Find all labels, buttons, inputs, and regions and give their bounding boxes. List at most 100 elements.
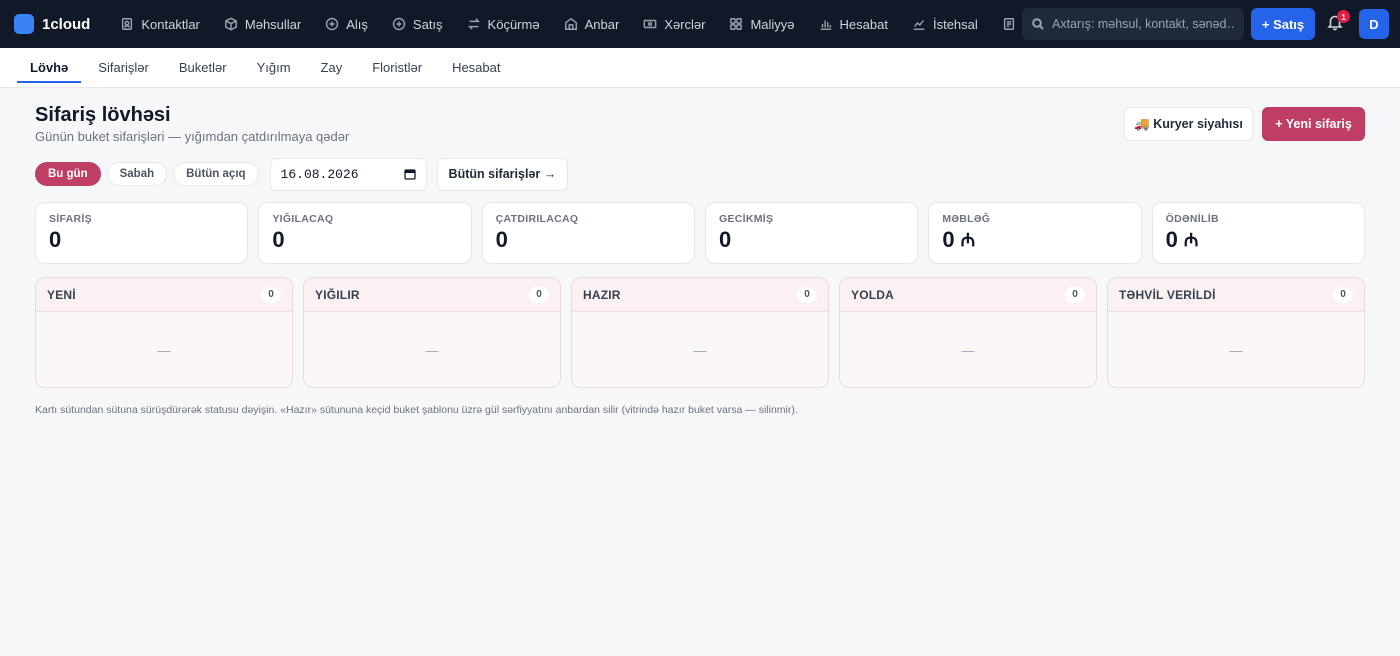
kanban-column-assembling[interactable]: YIĞILIR 0 — [303,277,561,388]
column-title: HAZIR [583,287,621,302]
tab-lovhe[interactable]: Lövhə [17,48,82,87]
nav-item-label: Hesabat [839,16,888,32]
column-title: YIĞILIR [315,287,360,302]
calendar-icon[interactable] [403,168,416,180]
stat-card-paid: ÖDƏNİLİB 0 ₼ [1151,202,1365,264]
tab-yigim[interactable]: Yığım [244,48,304,87]
column-header: YENİ 0 [36,278,292,312]
box-icon [224,17,237,31]
column-title: YENİ [47,287,76,302]
nav-item-mehsullar[interactable]: Məhsullar [212,0,313,48]
nav-item-maliyye[interactable]: Maliyyə [717,0,806,48]
stat-card-to-assemble: YIĞILACAQ 0 [258,202,472,264]
stat-label: ÇATDIRILACAQ [495,213,579,225]
money-icon [643,19,657,29]
bar-chart-icon [820,20,831,30]
column-count-badge: 0 [261,286,281,303]
notifications-button[interactable]: 1 [1326,10,1350,35]
stat-label: ÖDƏNİLİB [1165,213,1219,225]
kanban-column-new[interactable]: YENİ 0 — [35,277,293,388]
column-empty: — [693,342,707,358]
brand[interactable]: 1cloud [14,14,90,34]
grid-icon [730,18,743,30]
column-header: YIĞILIR 0 [304,278,560,312]
column-empty: — [425,342,439,358]
column-empty: — [157,342,171,358]
tab-hesabat[interactable]: Hesabat [439,48,513,87]
top-navbar: 1cloud Kontaktlar Məhsullar Alış Satış K… [0,0,1400,48]
main-content: Sifariş lövhəsi Günün buket sifarişləri … [0,88,1400,416]
kanban-column-delivered[interactable]: TƏHVİL VERİLDİ 0 — [1107,277,1365,388]
manat-currency-icon: ₼ [1183,230,1199,250]
tab-zay[interactable]: Zay [308,48,356,87]
date-field[interactable]: 16.08.2026 [269,157,427,191]
date-value: 16.08.2026 [280,166,359,182]
stat-value: 0 [49,227,62,252]
kanban-column-ready[interactable]: HAZIR 0 — [571,277,829,388]
page-subtitle: Günün buket sifarişləri — yığımdan çatdı… [35,129,350,144]
manat-currency-icon: ₼ [960,230,976,250]
all-orders-button[interactable]: Bütün sifarişlər → [436,157,569,191]
new-order-button[interactable]: + Yeni sifariş [1262,107,1365,141]
column-count-badge: 0 [529,286,549,303]
sub-tabs: Lövhə Sifarişlər Buketlər Yığım Zay Flor… [0,48,1400,88]
nav-item-satis[interactable]: Satış [380,0,455,48]
stat-value: 0 ₼ [942,227,976,252]
global-search[interactable] [1022,8,1244,40]
column-count-badge: 0 [1333,286,1353,303]
column-header: YOLDA 0 [840,278,1096,312]
filter-bar: Bu gün Sabah Bütün açıq 16.08.2026 Bütün… [35,157,1365,191]
contacts-icon [122,18,133,30]
nav-item-label: Xərclər [664,16,706,32]
stat-card-amount: MƏBLƏĞ 0 ₼ [928,202,1142,264]
stat-card-overdue: GECİKMİŞ 0 [704,202,919,264]
page-header: Sifariş lövhəsi Günün buket sifarişləri … [35,88,1365,156]
filter-today[interactable]: Bu gün [35,162,101,186]
page-title: Sifariş lövhəsi [35,104,171,126]
stat-card-orders: SİFARİŞ 0 [35,202,249,264]
column-title: YOLDA [851,287,894,302]
column-header: HAZIR 0 [572,278,828,312]
stat-label: MƏBLƏĞ [942,213,991,225]
stat-value: 0 [272,227,285,252]
column-title: TƏHVİL VERİLDİ [1119,287,1216,302]
user-avatar[interactable]: D [1359,9,1389,39]
stat-value: 0 [495,227,508,252]
stat-value: 0 [718,227,732,252]
nav-item-label: Satış [412,16,443,32]
stat-label: GECİKMİŞ [718,213,774,225]
courier-list-button[interactable]: 🚚 Kuryer siyahısı [1124,107,1253,141]
stat-value: 0 ₼ [1165,227,1199,252]
search-input[interactable] [1052,17,1234,31]
new-sale-button[interactable]: + Satış [1251,8,1315,40]
nav-item-kocurme[interactable]: Köçürmə [455,0,552,48]
stat-card-to-deliver: ÇATDIRILACAQ 0 [481,202,695,264]
drag-hint-text: Kartı sütundan sütuna sürüşdürərək statu… [35,404,798,416]
column-empty: — [1229,342,1243,358]
nav-item-xercler[interactable]: Xərclər [631,0,717,48]
column-count-badge: 0 [1065,286,1085,303]
plus-circle-icon [392,17,406,31]
nav-item-label: Alış [346,16,368,32]
nav-item-label: Köçürmə [487,16,540,32]
kanban-board: YENİ 0 — YIĞILIR 0 — HAZIR 0 — YOLDA 0 — [35,277,1365,388]
nav-item-kontaktlar[interactable]: Kontaktlar [108,0,212,48]
tab-floristler[interactable]: Floristlər [359,48,435,87]
filter-all-open[interactable]: Bütün açıq [173,162,259,186]
kanban-column-on-the-way[interactable]: YOLDA 0 — [839,277,1097,388]
plus-circle-icon [326,17,339,31]
column-empty: — [961,342,975,358]
nav-item-alis[interactable]: Alış [313,0,380,48]
nav-item-hesabat[interactable]: Hesabat [807,0,900,48]
notification-badge: 1 [1337,10,1350,23]
tab-buketler[interactable]: Buketlər [166,48,240,87]
column-count-badge: 0 [797,286,817,303]
nav-item-label: Anbar [584,16,620,32]
tab-sifarisler[interactable]: Sifarişlər [85,48,162,87]
nav-item-anbar[interactable]: Anbar [552,0,632,48]
nav-item-label: İstehsal [932,16,978,32]
warehouse-icon [564,17,577,30]
brand-name: 1cloud [42,15,91,33]
nav-item-istehsal[interactable]: İstehsal [900,0,990,48]
filter-tomorrow[interactable]: Sabah [106,162,168,186]
